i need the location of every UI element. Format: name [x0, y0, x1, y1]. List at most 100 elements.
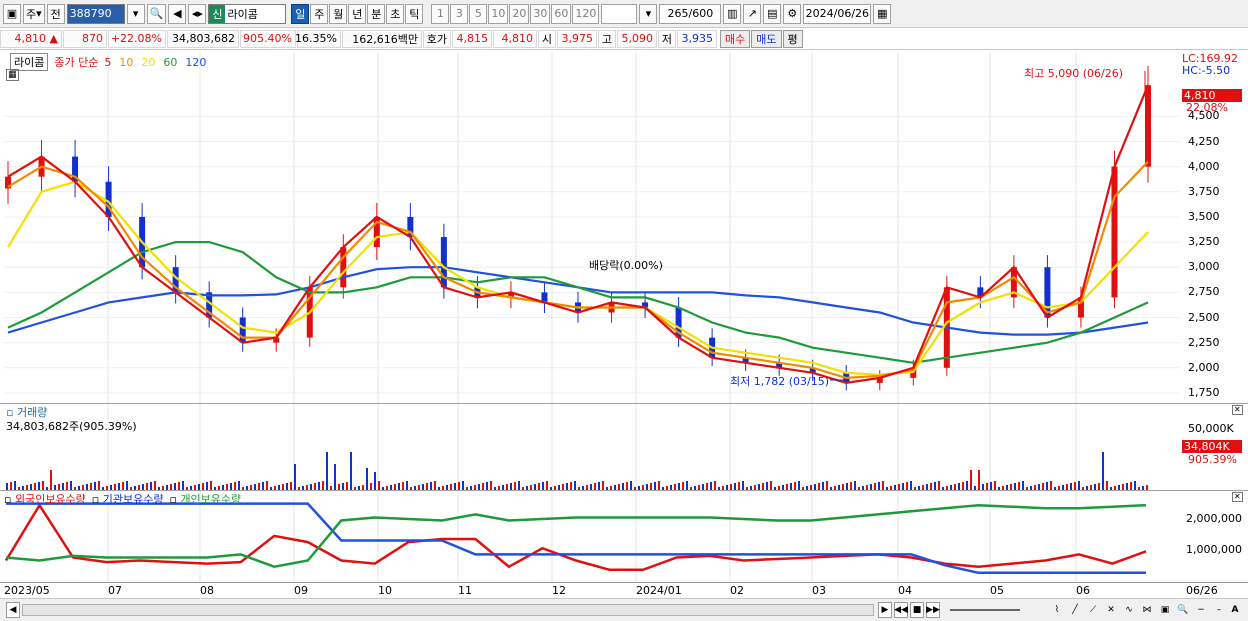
- stock-name-box[interactable]: 신 라이콤: [208, 3, 287, 24]
- chart-menu-icon[interactable]: ▣: [3, 3, 21, 24]
- zoom-slider[interactable]: [950, 609, 1020, 611]
- period-button-5[interactable]: 초: [386, 3, 405, 24]
- volume-bar-874: [878, 482, 880, 490]
- dividend-annotation: 배당락(0.00%): [589, 259, 663, 272]
- holding-panel: ▫ 외국인보유수량 ▫ 기관보유수량 ▫ 개인보유수량: [4, 491, 1180, 582]
- ma-line-5: [7, 84, 1150, 385]
- interval-button-120[interactable]: 120: [572, 3, 600, 24]
- interval-button-1[interactable]: 1: [431, 3, 450, 24]
- period-button-4[interactable]: 분: [367, 3, 386, 24]
- candle-body-7: [239, 317, 246, 343]
- scroll-left-icon[interactable]: ◀: [6, 602, 20, 618]
- interval-button-3[interactable]: 3: [450, 3, 469, 24]
- volume-close-icon[interactable]: ✕: [1232, 405, 1243, 415]
- volume-bar-710: [714, 481, 716, 490]
- ma-legend-10[interactable]: 10: [119, 56, 133, 69]
- date-tick-2: 08: [200, 584, 214, 597]
- scroll-right-icon[interactable]: ▶: [878, 602, 892, 618]
- foreign-legend-text: 외국인보유수량: [14, 493, 86, 506]
- zoom-out-icon[interactable]: −: [1194, 602, 1208, 618]
- price-panel: 라이콤 종가 단순 5 10 20 60 120 ▦ 최고 5,090 (06/26) …: [4, 51, 1180, 403]
- calendar-icon[interactable]: ▦: [873, 3, 892, 24]
- volume-bar-738: [742, 481, 744, 490]
- line-tool-icon[interactable]: ╱: [1068, 602, 1082, 618]
- price-tick-9: 2,250: [1188, 335, 1220, 349]
- wave-tool-icon[interactable]: ∿: [1122, 602, 1136, 618]
- rewind-icon[interactable]: ◀◀: [894, 602, 908, 618]
- volume-bar-34: [38, 482, 40, 490]
- interval-custom-input[interactable]: [601, 3, 638, 24]
- horizontal-scrollbar[interactable]: [22, 604, 874, 616]
- holding-close-icon[interactable]: ✕: [1232, 492, 1243, 502]
- fib-tool-icon[interactable]: ⋈: [1140, 602, 1154, 618]
- period-button-3[interactable]: 년: [348, 3, 367, 24]
- quote-infobar: 4,810 ▲ 870 +22.08% 34,803,682 905.40% 1…: [0, 28, 1248, 50]
- table-icon[interactable]: ▦: [6, 69, 19, 81]
- holding-legend-individual: ▫ 개인보유수량: [169, 493, 242, 506]
- type-button[interactable]: 전: [46, 3, 65, 24]
- date-tick-10: 04: [898, 584, 912, 597]
- change-pct-cell: +22.08%: [108, 29, 166, 48]
- interval-button-20[interactable]: 20: [509, 3, 530, 24]
- interval-button-30[interactable]: 30: [530, 3, 551, 24]
- price-tick-4: 3,500: [1188, 209, 1220, 223]
- date-tick-6: 12: [552, 584, 566, 597]
- draw-tool-icon[interactable]: ↗: [743, 3, 762, 24]
- volume-bar-590: [594, 483, 596, 490]
- minimize-icon[interactable]: –: [1212, 602, 1226, 618]
- date-field[interactable]: 2024/06/26: [803, 3, 872, 24]
- candle-type-icon[interactable]: ▥: [723, 3, 742, 24]
- forward-icon[interactable]: ▶▶: [926, 602, 940, 618]
- volume-bar-118: [122, 482, 124, 490]
- date-value: 2024/06/26: [805, 7, 870, 20]
- sell-button[interactable]: 매도: [751, 29, 782, 48]
- prev-next-icon[interactable]: ◂▸: [188, 3, 207, 24]
- period-button-0[interactable]: 일: [291, 3, 310, 24]
- code-dropdown-icon[interactable]: ▾: [126, 3, 145, 24]
- volume-bar-902: [906, 482, 908, 490]
- buy-button[interactable]: 매수: [720, 29, 751, 48]
- search-icon[interactable]: 🔍: [146, 3, 167, 24]
- holding-axis[interactable]: ✕ 2,000,000 1,000,000: [1180, 491, 1248, 582]
- speaker-icon[interactable]: ◀: [168, 3, 187, 24]
- trend-tool-icon[interactable]: ⟋: [1086, 602, 1100, 618]
- volume-bar-678: [682, 482, 684, 490]
- save-icon[interactable]: ▤: [763, 3, 782, 24]
- ma-legend-5[interactable]: 5: [104, 56, 111, 69]
- volume-chart-svg[interactable]: [4, 404, 1180, 490]
- period-button-6[interactable]: 틱: [405, 3, 424, 24]
- price-chart-svg[interactable]: [4, 51, 1180, 403]
- volume-value-text: 34,803,682주(905.39%): [6, 420, 137, 433]
- volume-bar-542: [546, 481, 548, 490]
- interval-dropdown-icon[interactable]: ▾: [639, 3, 658, 24]
- eval-button[interactable]: 평: [782, 29, 803, 48]
- volume-bar-1066: [1070, 483, 1072, 490]
- zoom-icon[interactable]: 🔍: [1176, 602, 1190, 618]
- image-icon[interactable]: ▣: [1158, 602, 1172, 618]
- stop-icon[interactable]: ■: [910, 602, 924, 618]
- cross-tool-icon[interactable]: ✕: [1104, 602, 1118, 618]
- ma-legend-20[interactable]: 20: [141, 56, 155, 69]
- count-field[interactable]: 265/600: [659, 3, 722, 24]
- font-size-icon[interactable]: A: [1228, 602, 1242, 618]
- gear-icon[interactable]: ⚙: [783, 3, 802, 24]
- interval-button-5[interactable]: 5: [469, 3, 488, 24]
- ma-legend-60[interactable]: 60: [163, 56, 177, 69]
- volume-bar-898: [902, 483, 904, 490]
- interval-button-10[interactable]: 10: [488, 3, 509, 24]
- interval-button-60[interactable]: 60: [551, 3, 572, 24]
- volume-bar-818: [822, 482, 824, 490]
- ma-legend-120[interactable]: 120: [185, 56, 206, 69]
- volume-axis[interactable]: ✕ 50,000K 34,804K 905.39%: [1180, 404, 1248, 490]
- pattern-icon[interactable]: ⌇: [1050, 602, 1064, 618]
- volume-bar-626: [630, 481, 632, 490]
- period-button-2[interactable]: 월: [329, 3, 348, 24]
- period-button-1[interactable]: 주: [310, 3, 329, 24]
- price-axis[interactable]: LC:169.92 HC:-5.50 4,810 22.08% 4,500 4,2…: [1180, 51, 1248, 403]
- volume-bar-594: [598, 482, 600, 490]
- amount-value: 162,616백만: [352, 32, 418, 46]
- stock-code-input[interactable]: 388790: [66, 3, 125, 24]
- volume-bar-282: [286, 483, 288, 490]
- period-main-select[interactable]: 주 ▾: [23, 3, 45, 24]
- open-value: 3,975: [561, 32, 594, 45]
